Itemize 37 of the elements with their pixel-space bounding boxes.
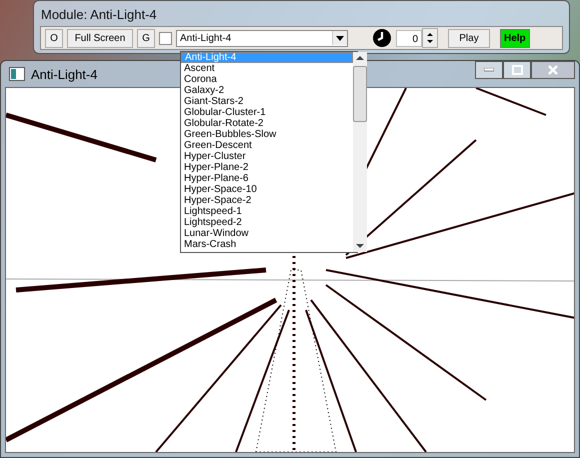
dropdown-item[interactable]: Mars-Crash (181, 239, 353, 250)
spin-buttons[interactable] (422, 28, 438, 48)
maximize-icon (512, 65, 522, 75)
play-button[interactable]: Play (448, 28, 490, 48)
o-button[interactable]: O (45, 28, 63, 48)
dropdown-item[interactable]: Giant-Stars-2 (181, 96, 353, 107)
window-title: Anti-Light-4 (31, 66, 98, 82)
clock-icon (372, 28, 392, 48)
app-icon (9, 67, 25, 81)
dropdown-item[interactable]: Galaxy-2 (181, 85, 353, 96)
help-button[interactable]: Help (500, 28, 530, 48)
number-field[interactable]: 0 (396, 30, 422, 46)
minimize-button[interactable] (475, 61, 503, 79)
g-button[interactable]: G (137, 28, 155, 48)
dropdown-item[interactable]: Globular-Rotate-2 (181, 118, 353, 129)
window-title: Module: Anti-Light-4 (40, 6, 158, 24)
dropdown-item[interactable]: Lightspeed-2 (181, 217, 353, 228)
close-button[interactable] (531, 61, 575, 79)
dropdown-item[interactable]: Green-Bubbles-Slow (181, 129, 353, 140)
minimize-icon (484, 68, 494, 72)
dropdown-item[interactable]: Green-Descent (181, 140, 353, 151)
dropdown-item[interactable]: Hyper-Space-10 (181, 184, 353, 195)
dropdown-item[interactable]: Ascent (181, 63, 353, 74)
dropdown-item[interactable]: Globular-Cluster-1 (181, 107, 353, 118)
dropdown-item[interactable]: Corona (181, 74, 353, 85)
checkbox[interactable] (159, 32, 172, 44)
dropdown-item[interactable]: Hyper-Plane-2 (181, 162, 353, 173)
close-icon (547, 64, 559, 76)
dropdown-item[interactable]: Lunar-Window (181, 228, 353, 239)
module-select[interactable]: Anti-Light-4 (176, 30, 348, 46)
full-screen-button[interactable]: Full Screen (67, 28, 133, 48)
dropdown-item[interactable]: Hyper-Cluster (181, 151, 353, 162)
dropdown-item[interactable]: Hyper-Space-2 (181, 195, 353, 206)
dropdown-item[interactable]: Lightspeed-1 (181, 206, 353, 217)
dropdown-item[interactable]: Hyper-Plane-6 (181, 173, 353, 184)
maximize-button[interactable] (503, 61, 531, 79)
scroll-bar[interactable] (353, 52, 367, 252)
